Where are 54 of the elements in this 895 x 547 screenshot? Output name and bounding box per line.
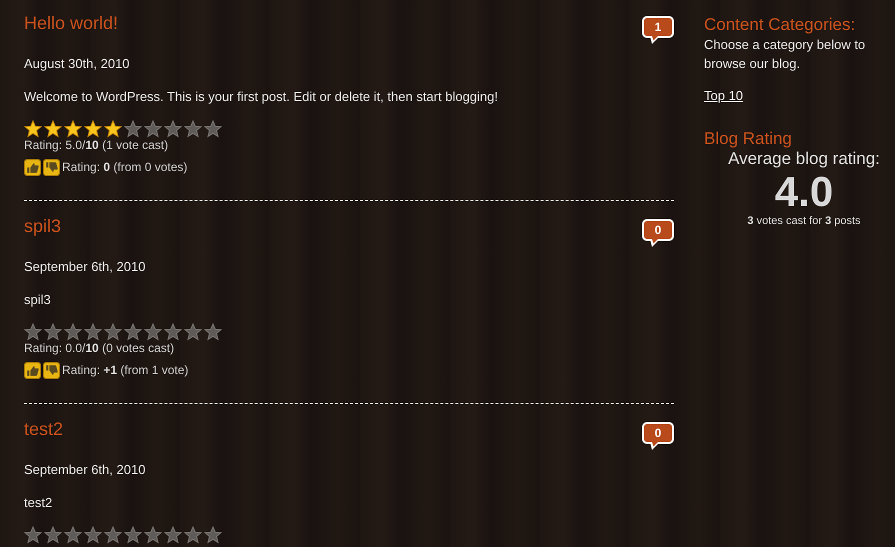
- filled-star-icon[interactable]: [84, 120, 102, 138]
- post-text: test2: [24, 495, 54, 511]
- filled-star-icon[interactable]: [24, 120, 42, 138]
- empty-star-icon[interactable]: [144, 120, 162, 138]
- empty-star-icon[interactable]: [124, 323, 142, 341]
- empty-star-icon[interactable]: [164, 120, 182, 138]
- empty-star-icon[interactable]: [124, 120, 142, 138]
- filled-star-icon[interactable]: [64, 120, 82, 138]
- thumbs-rating-text: Rating: +1 (from 1 vote): [62, 363, 188, 378]
- empty-star-icon[interactable]: [164, 526, 182, 544]
- empty-star-icon[interactable]: [44, 323, 62, 341]
- rating-value: 4.0: [774, 169, 834, 215]
- empty-star-icon[interactable]: [124, 526, 142, 544]
- thumbs-up-icon[interactable]: [24, 159, 41, 176]
- empty-star-icon[interactable]: [184, 323, 202, 341]
- empty-star-icon[interactable]: [104, 526, 122, 544]
- empty-star-icon[interactable]: [104, 323, 122, 341]
- empty-star-icon[interactable]: [24, 323, 42, 341]
- empty-star-icon[interactable]: [204, 323, 222, 341]
- rating-summary: 3 votes cast for 3 posts: [747, 215, 861, 227]
- empty-star-icon[interactable]: [144, 323, 162, 341]
- post-date: September 6th, 2010: [24, 259, 146, 275]
- thumbs-up-icon[interactable]: [24, 362, 41, 379]
- empty-star-icon[interactable]: [24, 526, 42, 544]
- rating-label: Average blog rating:: [728, 149, 880, 169]
- empty-star-icon[interactable]: [44, 526, 62, 544]
- post-text: Welcome to WordPress. This is your first post. Edit or delete it, then start blogging!: [24, 89, 499, 105]
- rating-text: Rating: 0.0/10 (0 votes cast): [24, 341, 176, 356]
- filled-star-icon[interactable]: [104, 120, 122, 138]
- category-link[interactable]: Top 10: [704, 88, 744, 103]
- thumbs-down-icon[interactable]: [43, 362, 60, 379]
- widget-description: Choose a category below to browse our blog.: [704, 36, 866, 73]
- filled-star-icon[interactable]: [44, 120, 62, 138]
- thumbs-rating-text: Rating: 0 (from 0 votes): [62, 160, 188, 175]
- empty-star-icon[interactable]: [144, 526, 162, 544]
- post-text: spil3: [24, 292, 52, 308]
- empty-star-icon[interactable]: [204, 526, 222, 544]
- post-title-link[interactable]: test2: [24, 417, 64, 441]
- empty-star-icon[interactable]: [204, 120, 222, 138]
- empty-star-icon[interactable]: [64, 323, 82, 341]
- widget-title: Content Categories:: [704, 15, 856, 35]
- empty-star-icon[interactable]: [84, 323, 102, 341]
- widget-title: Blog Rating: [704, 129, 793, 149]
- empty-star-icon[interactable]: [184, 120, 202, 138]
- post-date: August 30th, 2010: [24, 56, 131, 72]
- post-title-link[interactable]: Hello world!: [24, 11, 118, 35]
- post-date: September 6th, 2010: [24, 462, 146, 478]
- empty-star-icon[interactable]: [84, 526, 102, 544]
- empty-star-icon[interactable]: [184, 526, 202, 544]
- rating-text: Rating: 5.0/10 (1 vote cast): [24, 138, 170, 153]
- thumbs-down-icon[interactable]: [43, 159, 60, 176]
- empty-star-icon[interactable]: [164, 323, 182, 341]
- post-title-link[interactable]: spil3: [24, 214, 62, 238]
- empty-star-icon[interactable]: [64, 526, 82, 544]
